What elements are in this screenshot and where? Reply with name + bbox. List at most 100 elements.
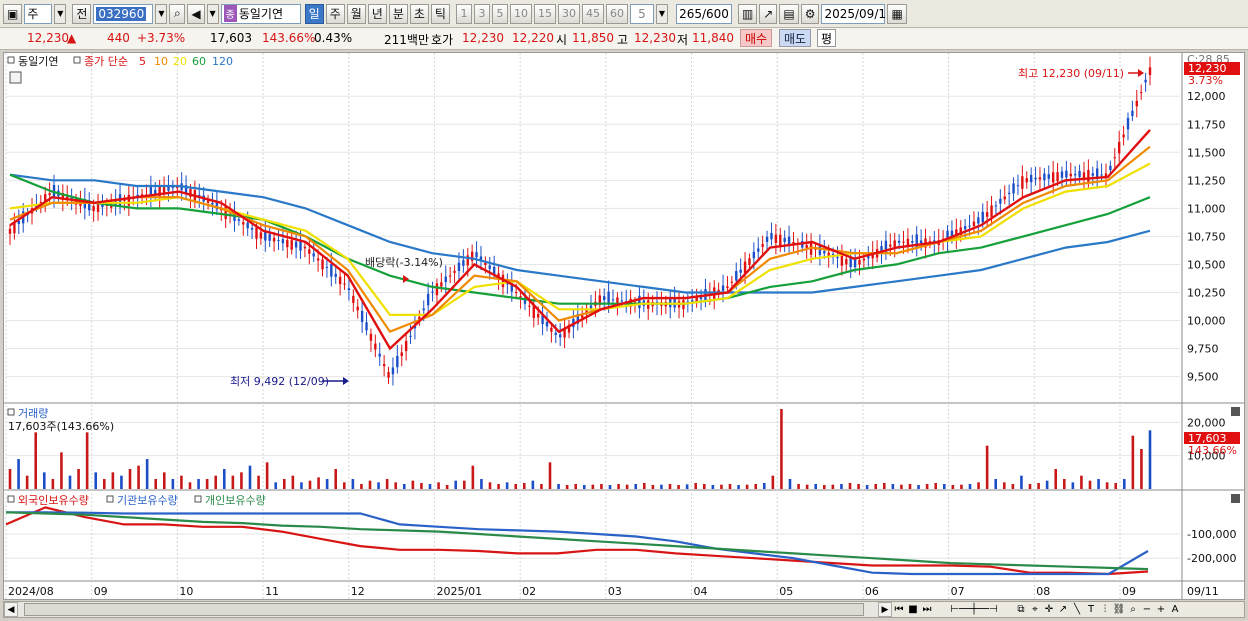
market-dropdown-icon[interactable]: ▼ [54, 3, 67, 24]
market-select[interactable]: 주 [24, 3, 53, 24]
scroll-thumb[interactable] [24, 603, 864, 616]
price-y-tick-label: 10,000 [1187, 315, 1226, 328]
x-tick-label: 11 [265, 585, 279, 598]
period-button-week[interactable]: 주 [325, 3, 345, 24]
stock-code-dropdown-icon[interactable]: ▼ [155, 3, 168, 24]
draw-tool-icon[interactable]: ↗ [759, 3, 778, 24]
candle-body [836, 256, 839, 259]
volume-bar [925, 484, 929, 489]
candle-body [840, 255, 844, 266]
average-button[interactable]: 평 [817, 29, 837, 47]
candle-body [519, 296, 522, 298]
volume-bar [694, 483, 698, 489]
cursor-icon[interactable]: ⌖ [1028, 602, 1042, 617]
scroll-right-icon[interactable]: ▶ [878, 602, 892, 617]
period-button-tick[interactable]: 틱 [430, 3, 450, 24]
volume-bar [908, 484, 912, 489]
calendar-icon[interactable]: ▦ [887, 3, 907, 24]
volume-close-icon[interactable] [1231, 407, 1240, 416]
holdings-close-icon[interactable] [1231, 494, 1240, 503]
holdings-legend-institution[interactable]: 기관보유수량 [117, 494, 178, 507]
line-icon[interactable]: ╲ [1070, 602, 1084, 617]
volume-bar [8, 469, 12, 489]
chart-area[interactable]: 2024/08 09 10 11 12 2025/01 02 03 04 05 06 07 08 09 9… [3, 52, 1245, 600]
scroll-left-icon[interactable]: ◀ [4, 602, 18, 617]
ma-legend-120[interactable]: 120 [212, 55, 233, 68]
interval-button-60[interactable]: 60 [605, 3, 628, 24]
period-button-month[interactable]: 월 [346, 3, 366, 24]
period-button-minute[interactable]: 분 [388, 3, 408, 24]
sell-button[interactable]: 매도 [779, 29, 812, 47]
ma-legend-20[interactable]: 20 [173, 55, 187, 68]
speaker-dropdown-icon[interactable]: ▼ [206, 3, 219, 24]
candle-body [400, 352, 403, 357]
zoom-icon[interactable]: ⌕ [1126, 602, 1140, 617]
volume-bar [797, 484, 800, 489]
ma-legend-10[interactable]: 10 [154, 55, 168, 68]
chart-type-icon[interactable]: ▥ [737, 3, 758, 24]
turnover-rate: 0.43% [314, 31, 353, 45]
stop-icon[interactable]: ■ [906, 602, 920, 617]
compare-icon[interactable]: ⧉ [1014, 602, 1028, 617]
search-icon[interactable]: ⌕ [169, 3, 186, 24]
interval-button-1[interactable]: 1 [455, 3, 472, 24]
period-button-second[interactable]: 초 [409, 3, 429, 24]
volume-bar [557, 484, 560, 489]
candle-body [757, 248, 760, 252]
ma-legend-60[interactable]: 60 [192, 55, 206, 68]
candle-body [448, 275, 452, 277]
interval-button-5[interactable]: 5 [491, 3, 508, 24]
period-button-day[interactable]: 일 [304, 3, 324, 24]
holdings-legend-individual[interactable]: 개인보유수량 [205, 494, 266, 507]
font-size-icon[interactable]: A [1168, 602, 1182, 617]
candle-body [1078, 171, 1081, 178]
volume-bar [642, 483, 646, 489]
speaker-icon[interactable]: ◀ [187, 3, 205, 24]
market-select-value: 주 [27, 7, 39, 21]
split-icon[interactable]: ⫶ [1098, 602, 1112, 617]
zoom-out-icon[interactable]: − [1140, 602, 1154, 617]
zoom-slider-icon[interactable]: ⊢──┼──⊣ [934, 602, 1014, 617]
date-input[interactable]: 2025/09/11 [821, 3, 894, 24]
interval-custom-input[interactable]: 5 [629, 3, 654, 24]
link-icon[interactable]: ⛓ [1112, 602, 1126, 617]
interval-dropdown-icon[interactable]: ▼ [655, 3, 668, 24]
interval-button-3[interactable]: 3 [473, 3, 490, 24]
candle-body [902, 241, 905, 243]
candle-body [246, 222, 249, 229]
count-input[interactable]: 265/600 [675, 3, 732, 24]
volume-bar [574, 484, 578, 489]
settings-gear-icon[interactable]: ⚙ [800, 3, 820, 24]
candle-body [994, 205, 998, 207]
candle-body [1038, 177, 1042, 180]
prev-button[interactable]: 전 [72, 3, 92, 24]
trend-icon[interactable]: ↗ [1056, 602, 1070, 617]
data-table-icon[interactable] [9, 71, 22, 84]
volume-bar [402, 484, 406, 489]
buy-button[interactable]: 매수 [740, 29, 773, 47]
interval-button-30[interactable]: 30 [557, 3, 580, 24]
chart-canvas[interactable]: 2024/08 09 10 11 12 2025/01 02 03 04 05 06 07 08 09 9… [4, 53, 1244, 599]
holdings-legend-foreign[interactable]: 외국인보유수량 [18, 494, 89, 507]
period-button-year[interactable]: 년 [367, 3, 387, 24]
stock-code-input[interactable]: 032960 [93, 3, 154, 24]
scroll-track[interactable] [18, 602, 878, 617]
text-icon[interactable]: T [1084, 602, 1098, 617]
window-menu-icon[interactable]: ▣ [3, 3, 23, 24]
volume-bar [960, 484, 963, 489]
interval-button-45[interactable]: 45 [581, 3, 604, 24]
save-icon[interactable]: ▤ [779, 3, 799, 24]
stock-name-field[interactable]: 종 동일기연 [220, 3, 301, 24]
zoom-in-icon[interactable]: + [1154, 602, 1168, 617]
ma-legend-title[interactable]: 종가 단순 [84, 55, 128, 68]
candle-body [1003, 196, 1006, 200]
interval-button-15[interactable]: 15 [533, 3, 556, 24]
interval-button-10[interactable]: 10 [509, 3, 532, 24]
chart-background [4, 53, 1244, 599]
first-page-icon[interactable]: ⏮ [892, 602, 906, 617]
volume-title[interactable]: 거래량 [18, 407, 48, 420]
ma-legend-5[interactable]: 5 [139, 55, 146, 68]
last-page-icon[interactable]: ⏭ [920, 602, 934, 617]
price-legend-name[interactable]: 동일기연 [18, 54, 58, 68]
crosshair-icon[interactable]: ✛ [1042, 602, 1056, 617]
